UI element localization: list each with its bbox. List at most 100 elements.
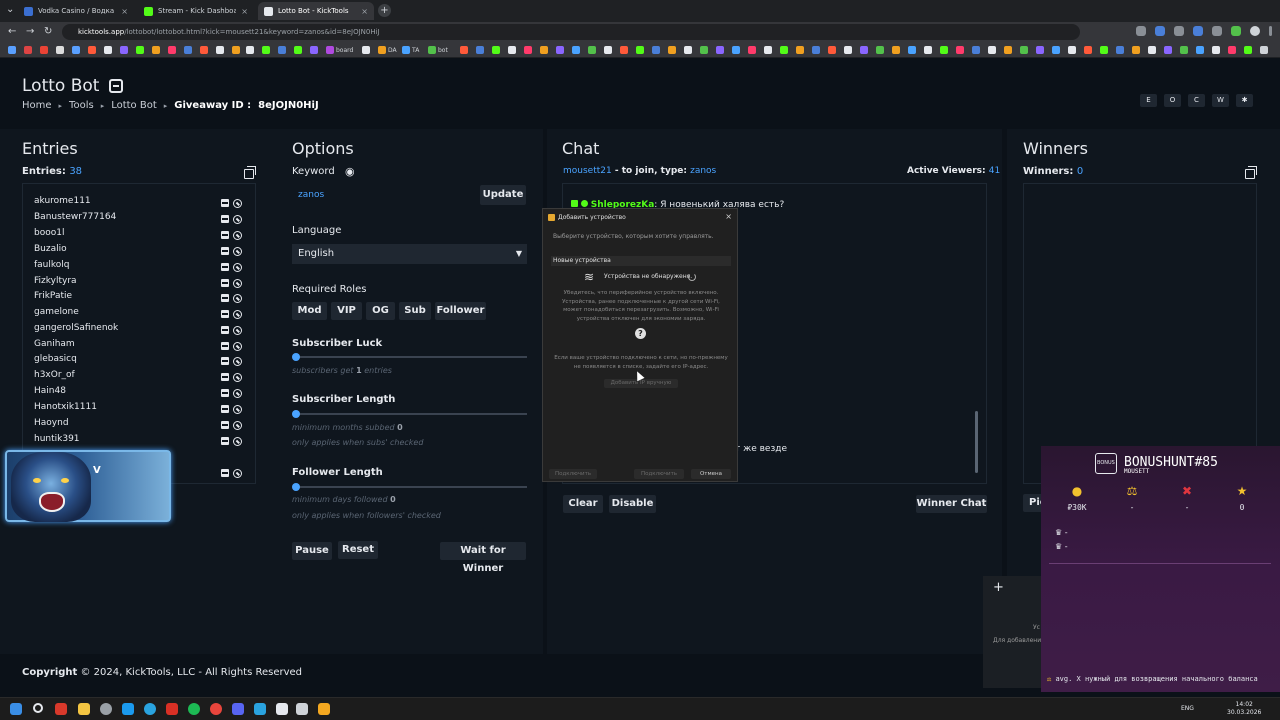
connect-button-secondary[interactable]: Подключить (634, 469, 684, 479)
add-icon[interactable]: + (993, 580, 1004, 595)
bookmark-board[interactable]: board (326, 45, 353, 55)
ban-user-icon[interactable] (233, 421, 242, 430)
entries-list[interactable]: akurome111 Banustewr777164 booo1l Buzali… (22, 183, 256, 484)
bookmark-icon[interactable] (620, 45, 628, 55)
bookmark-icon[interactable] (956, 45, 964, 55)
ban-user-icon[interactable] (233, 279, 242, 288)
bookmark-icon[interactable] (908, 45, 916, 55)
role-mod-button[interactable]: Mod (292, 302, 327, 320)
bookmark-icon[interactable] (572, 45, 580, 55)
role-og-button[interactable]: OG (366, 302, 395, 320)
bookmark-icon[interactable] (1116, 45, 1124, 55)
file-explorer-icon[interactable] (78, 703, 90, 715)
cancel-button[interactable]: Отмена (691, 469, 731, 479)
bookmark-icon[interactable] (1196, 45, 1204, 55)
bookmark-icon[interactable] (604, 45, 612, 55)
bookmark-icon[interactable] (860, 45, 868, 55)
bookmark-icon[interactable] (88, 45, 96, 55)
remove-entry-icon[interactable] (221, 421, 229, 429)
bookmark-icon[interactable] (1020, 45, 1028, 55)
bookmark-icon[interactable] (892, 45, 900, 55)
telegram-icon[interactable] (144, 703, 156, 715)
bookmark-icon[interactable] (828, 45, 836, 55)
connect-button[interactable]: Подключить (549, 469, 597, 479)
ban-user-icon[interactable] (233, 437, 242, 446)
winner-chat-button[interactable]: Winner Chat (916, 495, 987, 513)
bookmark-icon[interactable] (1052, 45, 1060, 55)
extension-icon[interactable] (1155, 26, 1165, 36)
taskbar-app-icon[interactable] (296, 703, 308, 715)
bookmark-icon[interactable] (684, 45, 692, 55)
remove-entry-icon[interactable] (221, 342, 229, 350)
keyword-input[interactable]: zanos (292, 185, 476, 205)
clear-chat-button[interactable]: Clear (563, 495, 603, 513)
bookmark-icon[interactable] (200, 45, 208, 55)
bookmark-icon[interactable] (1164, 45, 1172, 55)
profile-avatar-icon[interactable] (1250, 26, 1260, 36)
bookmark-x-icon[interactable] (56, 45, 64, 55)
bookmark-icon[interactable] (136, 45, 144, 55)
bookmark-icon[interactable] (1148, 45, 1156, 55)
bookmark-icon[interactable] (1004, 45, 1012, 55)
remove-entry-icon[interactable] (221, 247, 229, 255)
discord-icon[interactable] (232, 703, 244, 715)
follower-length-slider[interactable] (292, 483, 527, 491)
bookmark-icon[interactable] (262, 45, 270, 55)
bookmark-icon[interactable] (152, 45, 160, 55)
remove-entry-icon[interactable] (221, 405, 229, 413)
ban-user-icon[interactable] (233, 215, 242, 224)
tab-list-icon[interactable]: ⌄ (6, 4, 14, 15)
remove-entry-icon[interactable] (221, 263, 229, 271)
remove-entry-icon[interactable] (221, 389, 229, 397)
bookmark-folder-icon[interactable] (1260, 45, 1268, 55)
bookmark-icon[interactable] (184, 45, 192, 55)
bookmark-icon[interactable] (310, 45, 318, 55)
bookmark-icon[interactable] (362, 45, 370, 55)
bookmark-icon[interactable] (764, 45, 772, 55)
bookmark-icon[interactable] (652, 45, 660, 55)
role-follower-button[interactable]: Follower (435, 302, 486, 320)
spotify-icon[interactable] (188, 703, 200, 715)
bookmark-icon[interactable] (1244, 45, 1252, 55)
bookmark-icon[interactable] (120, 45, 128, 55)
ban-user-icon[interactable] (233, 326, 242, 335)
taskbar-app-icon[interactable] (100, 703, 112, 715)
subscriber-luck-slider[interactable] (292, 353, 527, 361)
remove-entry-icon[interactable] (221, 357, 229, 365)
close-tab-icon[interactable]: × (121, 7, 128, 16)
chat-scrollbar[interactable] (975, 411, 978, 473)
breadcrumb-home[interactable]: Home (22, 100, 52, 111)
bookmark-icon[interactable] (668, 45, 676, 55)
bookmark-da[interactable]: DA (378, 45, 397, 55)
ban-user-icon[interactable] (233, 263, 242, 272)
menu-icon[interactable] (1269, 26, 1272, 36)
bookmark-icon[interactable] (216, 45, 224, 55)
language-select[interactable]: English ▼ (292, 244, 527, 264)
bookmark-icon[interactable] (732, 45, 740, 55)
bookmark-icon[interactable] (492, 45, 500, 55)
bookmark-icon[interactable] (1180, 45, 1188, 55)
bookmark-icon[interactable] (1036, 45, 1044, 55)
bookmark-icon[interactable] (1212, 45, 1220, 55)
url-input[interactable]: kicktools.app/lottobot/lottobot.html?kic… (62, 24, 1080, 40)
bookmark-icon[interactable] (588, 45, 596, 55)
bookmark-icon[interactable] (476, 45, 484, 55)
bookmark-icon[interactable] (556, 45, 564, 55)
close-tab-icon[interactable]: × (241, 7, 248, 16)
ban-user-icon[interactable] (233, 310, 242, 319)
bookmark-icon[interactable] (796, 45, 804, 55)
bookmark-icon[interactable] (636, 45, 644, 55)
bookmark-icon[interactable] (716, 45, 724, 55)
remove-entry-icon[interactable] (221, 310, 229, 318)
role-sub-button[interactable]: Sub (399, 302, 431, 320)
extension-icon[interactable] (1174, 26, 1184, 36)
extension-icon[interactable] (1193, 26, 1203, 36)
remove-entry-icon[interactable] (221, 373, 229, 381)
tab-vodka-casino[interactable]: Vodka Casino / Водка Казино × (18, 2, 134, 20)
bookmark-icon[interactable] (232, 45, 240, 55)
taskbar-app-icon[interactable] (55, 703, 67, 715)
eye-icon[interactable]: ◉ (345, 165, 355, 178)
taskbar-app-icon[interactable] (276, 703, 288, 715)
top-button-w[interactable]: W (1212, 94, 1229, 107)
add-ip-manually-button[interactable]: Добавить IP вручную (604, 379, 678, 388)
